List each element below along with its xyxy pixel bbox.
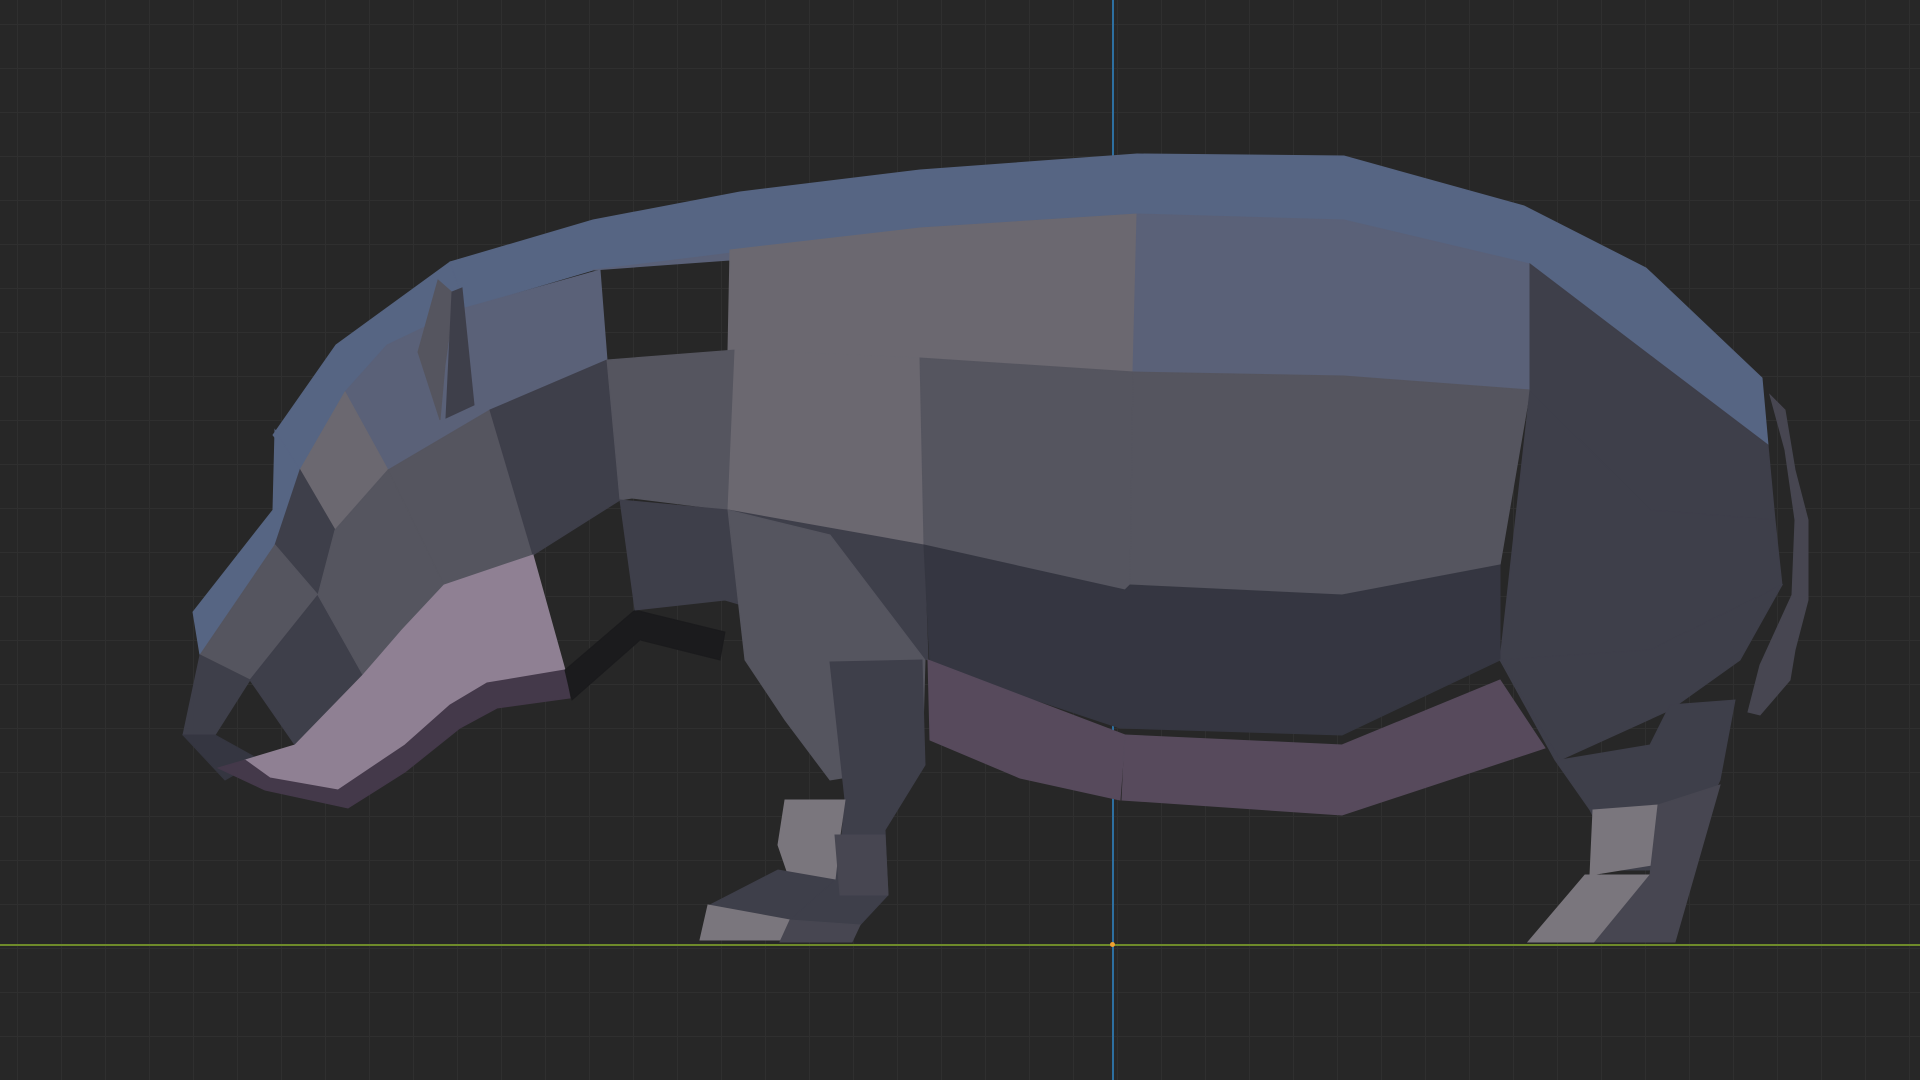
mesh-face [564, 609, 726, 701]
mesh-face [834, 834, 889, 896]
hippo-mesh[interactable] [0, 0, 1920, 1080]
mesh-face [606, 349, 736, 511]
origin-point [1110, 942, 1115, 947]
mesh-face [1129, 371, 1531, 596]
3d-viewport[interactable] [0, 0, 1920, 1080]
mesh-face [1589, 804, 1659, 876]
